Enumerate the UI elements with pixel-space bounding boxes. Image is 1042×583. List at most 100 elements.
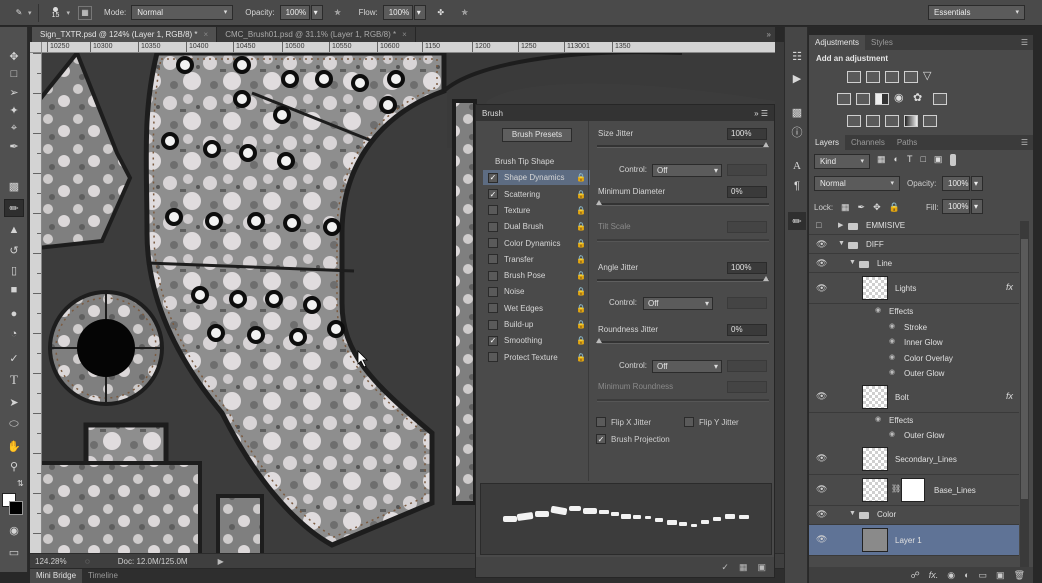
layer-effects-icon[interactable]: fx <box>1006 282 1013 292</box>
quick-mask-icon[interactable]: ◉ <box>4 521 24 539</box>
new-layer-icon[interactable]: ▣ <box>996 570 1005 581</box>
lasso-tool-icon[interactable]: ➢ <box>4 83 24 101</box>
pen-tool-icon[interactable]: ✓ <box>4 349 24 367</box>
tab-mini-bridge[interactable]: Mini Bridge <box>30 569 83 583</box>
minimum-diameter-slider[interactable] <box>596 200 769 206</box>
effect-row[interactable]: ◉ Outer Glow <box>809 366 1019 382</box>
brush-projection-checkbox[interactable] <box>596 434 606 444</box>
visibility-eye-icon[interactable]: 👁 <box>816 258 827 269</box>
gradient-tool-icon[interactable]: ■ <box>4 281 24 299</box>
roundness-jitter-slider[interactable] <box>596 338 769 344</box>
blur-tool-icon[interactable]: ● <box>4 305 24 323</box>
visibility-eye-icon[interactable]: 👁 <box>816 534 827 545</box>
visibility-eye-icon[interactable]: 👁 <box>816 239 827 250</box>
mode-select[interactable]: Normal <box>131 5 234 20</box>
flow-field[interactable]: 100% <box>382 5 413 20</box>
brush-setting-checkbox[interactable] <box>488 303 498 314</box>
status-menu-icon[interactable]: ▶ <box>218 557 224 566</box>
layer-group-row[interactable]: □ ▶ EMMISIVE <box>809 221 1019 235</box>
shape-tool-icon[interactable]: ⬭ <box>4 415 24 433</box>
brush-size-picker[interactable]: 15 <box>45 3 67 23</box>
roundness-jitter-value[interactable]: 0% <box>727 324 767 336</box>
flip-x-jitter-option[interactable]: Flip X Jitter <box>594 417 651 427</box>
size-jitter-value[interactable]: 100% <box>727 128 767 140</box>
brush-setting-texture[interactable]: Texture 🔒 <box>483 203 590 218</box>
black-white-icon[interactable] <box>875 93 889 105</box>
collapse-arrow-icon[interactable]: ▼ <box>849 510 856 517</box>
layer-row[interactable]: 👁 ⛓ Base_Lines <box>809 475 1019 506</box>
layers-scrollbar[interactable] <box>1020 221 1029 567</box>
lock-transparent-pixels-icon[interactable]: ▦ <box>841 202 850 213</box>
lock-icon[interactable]: 🔒 <box>576 304 586 313</box>
size-jitter-slider[interactable] <box>597 142 769 148</box>
flip-y-checkbox[interactable] <box>684 417 694 427</box>
brush-setting-smoothing[interactable]: Smoothing 🔒 <box>483 333 590 348</box>
layer-mask-thumbnail[interactable] <box>901 477 925 502</box>
lock-icon[interactable]: 🔒 <box>576 320 586 329</box>
pressure-size-icon[interactable]: ✯ <box>456 4 474 22</box>
brush-setting-checkbox[interactable] <box>488 189 498 200</box>
background-color-swatch[interactable] <box>9 501 23 515</box>
visibility-eye-icon[interactable]: 👁 <box>816 509 827 520</box>
layer-group-row[interactable]: 👁 ▼ Color <box>809 506 1019 525</box>
eyedropper-tool-icon[interactable]: ✒ <box>4 137 24 155</box>
panel-menu-icon[interactable]: ☰ <box>1021 135 1028 150</box>
flip-y-jitter-option[interactable]: Flip Y Jitter <box>682 417 739 427</box>
effect-visibility-icon[interactable]: ◉ <box>889 353 895 361</box>
effect-visibility-icon[interactable]: ◉ <box>875 415 881 423</box>
tool-preset-dropdown[interactable]: ▾ <box>28 9 32 17</box>
crop-tool-icon[interactable]: ⌖ <box>4 119 24 137</box>
brush-panel-icon[interactable]: ✏ <box>788 212 806 230</box>
channel-mixer-icon[interactable]: ✿ <box>913 91 922 104</box>
flow-dropdown-icon[interactable]: ▾ <box>413 5 426 20</box>
clone-stamp-tool-icon[interactable]: ▲ <box>4 221 24 239</box>
scrollbar-thumb[interactable] <box>1021 239 1028 499</box>
vibrance-icon[interactable]: ▽ <box>923 69 931 82</box>
brush-setting-checkbox[interactable] <box>488 221 498 232</box>
tab-timeline[interactable]: Timeline <box>82 569 124 583</box>
tab-styles[interactable]: Styles <box>865 35 899 50</box>
lock-icon[interactable]: 🔒 <box>576 287 586 296</box>
brush-setting-protect-texture[interactable]: Protect Texture 🔒 <box>483 350 590 365</box>
dodge-tool-icon[interactable]: ◔ <box>4 325 24 343</box>
history-panel-icon[interactable]: ☷ <box>788 47 806 65</box>
mask-link-icon[interactable]: ⛓ <box>891 484 901 493</box>
vertical-ruler[interactable] <box>30 53 42 553</box>
effect-visibility-icon[interactable]: ◉ <box>889 322 895 330</box>
tab-channels[interactable]: Channels <box>845 135 891 150</box>
posterize-icon[interactable] <box>866 115 880 127</box>
collapse-arrows-icon[interactable]: » <box>767 27 771 42</box>
visibility-eye-icon[interactable]: 👁 <box>816 453 827 464</box>
panel-menu-icon[interactable]: ☰ <box>1021 35 1028 50</box>
effect-visibility-icon[interactable]: ◉ <box>875 306 881 314</box>
collapse-arrow-icon[interactable]: ▼ <box>849 259 856 266</box>
invert-icon[interactable] <box>847 115 861 127</box>
brush-panel-header[interactable]: Brush » ☰ <box>476 105 774 121</box>
minimum-diameter-value[interactable]: 0% <box>727 186 767 198</box>
brush-setting-color-dynamics[interactable]: Color Dynamics 🔒 <box>483 236 590 251</box>
type-filter-icon[interactable]: T <box>907 154 913 166</box>
expand-arrow-icon[interactable]: ▶ <box>838 221 843 229</box>
eraser-tool-icon[interactable]: ▯ <box>4 261 24 279</box>
new-brush-preset-icon[interactable]: ▣ <box>757 562 766 573</box>
brush-setting-checkbox[interactable] <box>488 270 498 281</box>
brush-setting-checkbox[interactable] <box>488 319 498 330</box>
smart-object-filter-icon[interactable]: ▣ <box>934 154 943 166</box>
screen-mode-icon[interactable]: ▭ <box>4 543 24 561</box>
brush-setting-dual-brush[interactable]: Dual Brush 🔒 <box>483 219 590 234</box>
marquee-tool-icon[interactable]: □ <box>4 65 24 83</box>
pixel-filter-icon[interactable]: ▦ <box>877 154 886 166</box>
zoom-level[interactable]: 124.28% <box>35 557 75 566</box>
brush-setting-build-up[interactable]: Build-up 🔒 <box>483 317 590 332</box>
brush-setting-checkbox[interactable] <box>488 335 498 346</box>
color-lookup-icon[interactable] <box>933 93 947 105</box>
layer-effects-icon[interactable]: fx <box>1006 391 1013 401</box>
lock-icon[interactable]: 🔒 <box>576 255 586 264</box>
brush-grid-icon[interactable]: ▦ <box>739 562 748 573</box>
layer-group-row[interactable]: 👁 ▼ DIFF <box>809 235 1019 254</box>
visibility-eye-icon[interactable]: 👁 <box>816 484 827 495</box>
layer-row[interactable]: 👁 Layer 1 <box>809 524 1019 556</box>
slider-thumb[interactable] <box>763 276 769 281</box>
paragraph-panel-icon[interactable]: ¶ <box>788 177 806 195</box>
layer-group-row[interactable]: 👁 ▼ Line <box>809 254 1019 273</box>
